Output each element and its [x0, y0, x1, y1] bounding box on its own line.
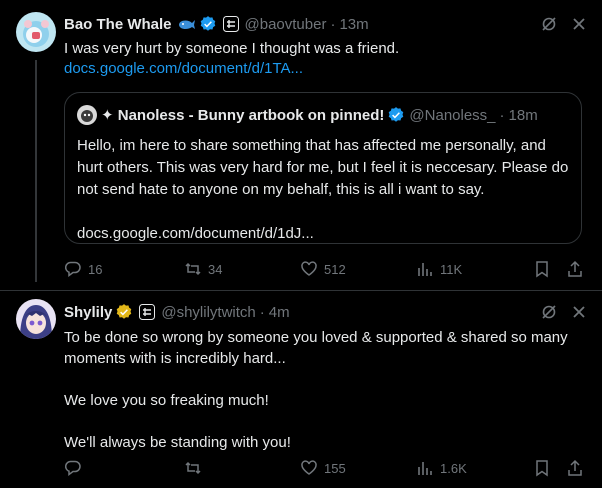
timestamp[interactable]: 4m [269, 304, 290, 321]
action-bar: 155 1.6K [64, 458, 586, 478]
views-chart-icon [416, 459, 434, 477]
handle[interactable]: @shylilytwitch [161, 304, 255, 321]
timestamp[interactable]: 13m [339, 16, 368, 33]
reply-count: 16 [88, 261, 103, 277]
views-count: 11K [440, 261, 463, 277]
whale-emoji-icon [178, 17, 196, 31]
share-button[interactable] [566, 458, 584, 478]
bookmark-button[interactable] [534, 458, 550, 478]
like-button[interactable]: 512 [300, 259, 346, 279]
share-button[interactable] [566, 259, 584, 279]
heart-icon [300, 459, 318, 477]
tweet-link[interactable]: docs.google.com/document/d/1TA... [64, 59, 586, 79]
verified-badge-icon [387, 106, 405, 124]
share-icon [566, 260, 584, 278]
verified-gold-badge-icon [115, 303, 133, 321]
reply-button[interactable]: 16 [64, 259, 102, 279]
affiliate-badge-icon [139, 304, 156, 320]
handle[interactable]: @baovtuber [245, 16, 327, 33]
verified-badge-icon [199, 15, 217, 33]
heart-icon [300, 260, 318, 278]
tweet-text-paragraph: We love you so freaking much! [64, 392, 269, 409]
bookmark-button[interactable] [534, 259, 550, 279]
views-button[interactable]: 11K [416, 259, 462, 279]
quoted-link-text: docs.google.com/document/d/1dJ... [77, 225, 314, 242]
repost-icon [184, 459, 202, 477]
quoted-handle: @Nanoless_ [409, 106, 496, 124]
quoted-avatar [77, 105, 97, 125]
close-icon[interactable] [572, 305, 586, 319]
repost-icon [184, 260, 202, 278]
tweet-text-line: I was very hurt by someone I thought was… [64, 40, 400, 57]
tweet-text: To be done so wrong by someone you loved… [64, 327, 586, 453]
tweet-text-paragraph: We'll always be standing with you! [64, 434, 291, 451]
grok-icon[interactable] [540, 15, 558, 33]
tweet-text-paragraph: To be done so wrong by someone you loved… [64, 329, 568, 367]
separator-dot: · [499, 106, 505, 124]
quoted-tweet-header: ✦ Nanoless - Bunny artbook on pinned! @N… [77, 105, 569, 125]
tweet-header: Shylily @shylilytwitch · 4m [64, 302, 586, 322]
separator-dot: · [259, 303, 265, 321]
tweet-text: I was very hurt by someone I thought was… [64, 39, 586, 79]
grok-icon[interactable] [540, 303, 558, 321]
views-chart-icon [416, 260, 434, 278]
views-count: 1.6K [440, 460, 467, 476]
share-icon [566, 459, 584, 477]
thread-line [35, 60, 37, 282]
bookmark-icon [534, 260, 550, 278]
avatar[interactable] [16, 299, 56, 339]
reply-icon [64, 459, 82, 477]
like-button[interactable]: 155 [300, 458, 346, 478]
display-name[interactable]: Bao The Whale [64, 16, 172, 33]
like-count: 155 [324, 460, 346, 476]
repost-count: 34 [208, 261, 223, 277]
repost-button[interactable]: 34 [184, 259, 222, 279]
tweet-header: Bao The Whale @baovtuber · 13m [64, 14, 586, 34]
quoted-timestamp: 18m [508, 106, 538, 124]
affiliate-badge-icon [222, 16, 239, 32]
views-button[interactable]: 1.6K [416, 458, 467, 478]
quoted-text-paragraph: Hello, im here to share something that h… [77, 137, 569, 198]
reply-button[interactable] [64, 458, 88, 478]
quoted-tweet[interactable]: ✦ Nanoless - Bunny artbook on pinned! @N… [64, 92, 582, 244]
quoted-tweet-text: Hello, im here to share something that h… [77, 135, 571, 245]
close-icon[interactable] [572, 17, 586, 31]
tweet-bao[interactable]: Bao The Whale @baovtuber · 13m I was ver… [0, 0, 602, 290]
tweet-shylily[interactable]: Shylily @shylilytwitch · 4m To be done s… [0, 290, 602, 488]
quoted-display-name[interactable]: ✦ Nanoless - Bunny artbook on pinned! [101, 106, 384, 124]
reply-icon [64, 260, 82, 278]
separator-dot: · [330, 15, 336, 33]
bookmark-icon [534, 459, 550, 477]
avatar[interactable] [16, 12, 56, 52]
like-count: 512 [324, 261, 346, 277]
repost-button[interactable] [184, 458, 208, 478]
action-bar: 16 34 512 11K [64, 259, 586, 279]
display-name[interactable]: Shylily [64, 304, 112, 321]
